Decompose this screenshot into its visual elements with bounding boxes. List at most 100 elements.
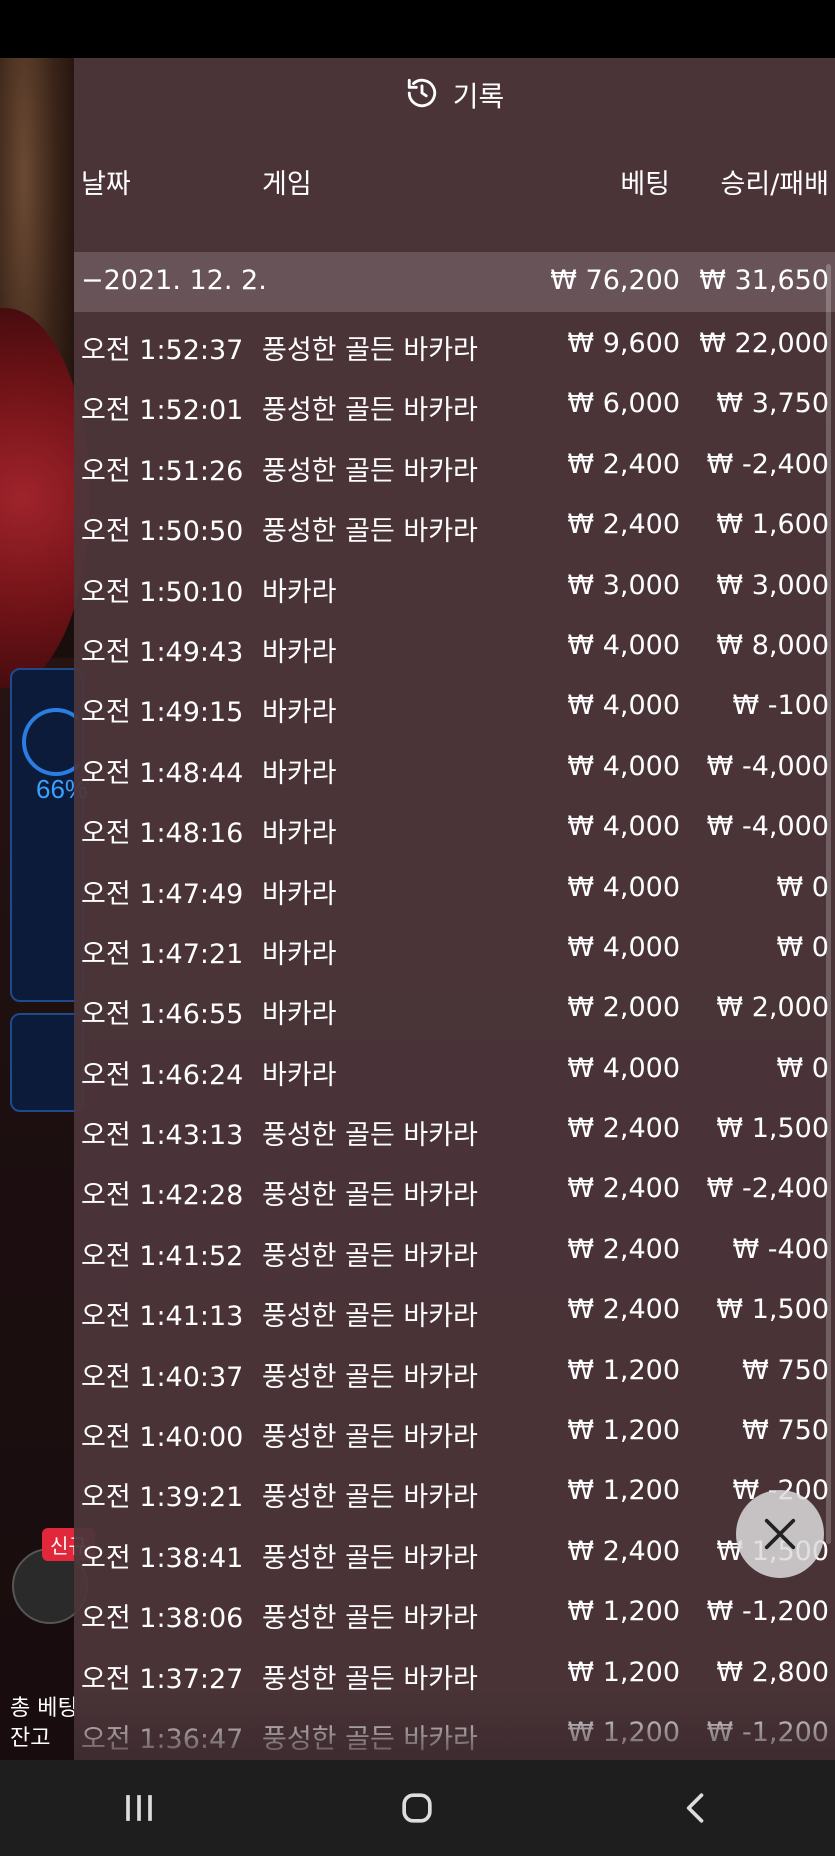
row-bet: ₩ 3,000 <box>567 569 680 601</box>
history-row: 오전 1:46:24 바카라 ₩ 4,000 ₩ 0 <box>74 1041 835 1101</box>
scrollbar[interactable] <box>826 264 831 1544</box>
row-time: 오전 1:52:01 <box>81 395 244 427</box>
row-game: 풍성한 골든 바카라 <box>262 1482 478 1514</box>
android-nav-bar <box>0 1760 835 1856</box>
row-time: 오전 1:47:21 <box>81 938 244 970</box>
row-bet: ₩ 4,000 <box>567 690 680 722</box>
history-row: 오전 1:47:21 바카라 ₩ 4,000 ₩ 0 <box>74 920 835 980</box>
row-bet: ₩ 2,400 <box>567 1173 680 1205</box>
row-time: 오전 1:46:24 <box>81 1059 244 1091</box>
row-bet: ₩ 2,000 <box>567 992 680 1024</box>
history-row: 오전 1:49:15 바카라 ₩ 4,000 ₩ -100 <box>74 678 835 738</box>
row-result: ₩ 0 <box>776 871 829 903</box>
row-time: 오전 1:46:55 <box>81 999 244 1031</box>
row-result: ₩ 2,800 <box>716 1656 829 1688</box>
row-bet: ₩ 4,000 <box>567 811 680 843</box>
row-game: 풍성한 골든 바카라 <box>262 1663 478 1695</box>
back-button[interactable] <box>651 1778 741 1838</box>
home-icon <box>402 1793 433 1823</box>
row-bet: ₩ 2,400 <box>567 1113 680 1145</box>
row-game: 바카라 <box>262 878 337 910</box>
row-time: 오전 1:38:06 <box>81 1603 244 1635</box>
row-time: 오전 1:50:10 <box>81 576 244 608</box>
total-bet-label: 총 베팅 <box>10 1696 78 1721</box>
row-game: 풍성한 골든 바카라 <box>262 1120 478 1152</box>
row-time: 오전 1:51:26 <box>81 455 244 487</box>
row-game: 풍성한 골든 바카라 <box>262 1180 478 1212</box>
row-result: ₩ -100 <box>732 690 829 722</box>
summary-result: ₩ 31,650 <box>699 265 829 296</box>
row-bet: ₩ 4,000 <box>567 750 680 782</box>
history-row: 오전 1:52:01 풍성한 골든 바카라 ₩ 6,000 ₩ 3,750 <box>74 376 835 436</box>
row-game: 바카라 <box>262 636 337 668</box>
row-bet: ₩ 1,200 <box>567 1475 680 1507</box>
history-row: 오전 1:50:50 풍성한 골든 바카라 ₩ 2,400 ₩ 1,600 <box>74 497 835 557</box>
recent-apps-button[interactable] <box>94 1778 184 1838</box>
row-game: 바카라 <box>262 576 337 608</box>
summary-bet: ₩ 76,200 <box>550 265 680 296</box>
row-result: ₩ -1,200 <box>706 1716 829 1748</box>
row-game: 풍성한 골든 바카라 <box>262 455 478 487</box>
history-row: 오전 1:36:47 풍성한 골든 바카라 ₩ 1,200 ₩ -1,200 <box>74 1705 835 1760</box>
history-row: 오전 1:38:06 풍성한 골든 바카라 ₩ 1,200 ₩ -1,200 <box>74 1584 835 1644</box>
row-game: 바카라 <box>262 999 337 1031</box>
history-list[interactable]: 오전 1:52:37 풍성한 골든 바카라 ₩ 9,600 ₩ 22,000 오전 1:… <box>74 316 835 1760</box>
row-bet: ₩ 1,200 <box>567 1415 680 1447</box>
history-row: 오전 1:39:21 풍성한 골든 바카라 ₩ 1,200 ₩ -200 <box>74 1463 835 1523</box>
row-bet: ₩ 4,000 <box>567 871 680 903</box>
panel-title: 기록 <box>452 80 505 113</box>
recent-apps-icon <box>126 1795 152 1821</box>
row-bet: ₩ 4,000 <box>567 629 680 661</box>
row-result: ₩ -4,000 <box>706 750 829 782</box>
row-result: ₩ -2,400 <box>706 1173 829 1205</box>
history-row: 오전 1:49:43 바카라 ₩ 4,000 ₩ 8,000 <box>74 618 835 678</box>
row-result: ₩ 22,000 <box>699 328 829 359</box>
column-date: 날짜 <box>81 169 131 200</box>
row-result: ₩ 750 <box>742 1415 829 1447</box>
row-game: 바카라 <box>262 697 337 729</box>
row-time: 오전 1:36:47 <box>81 1723 244 1755</box>
row-game: 풍성한 골든 바카라 <box>262 1361 478 1393</box>
row-time: 오전 1:40:00 <box>81 1422 244 1454</box>
row-time: 오전 1:37:27 <box>81 1663 244 1695</box>
row-result: ₩ -1,200 <box>706 1596 829 1628</box>
row-bet: ₩ 1,200 <box>567 1596 680 1628</box>
row-bet: ₩ 6,000 <box>567 388 680 420</box>
row-result: ₩ -2,400 <box>706 448 829 480</box>
history-row: 오전 1:37:27 풍성한 골든 바카라 ₩ 1,200 ₩ 2,800 <box>74 1645 835 1705</box>
row-time: 오전 1:43:13 <box>81 1120 244 1152</box>
column-header: 날짜 게임 베팅 승리/패배 <box>74 132 835 252</box>
row-game: 풍성한 골든 바카라 <box>262 1240 478 1272</box>
row-result: ₩ -4,000 <box>706 811 829 843</box>
close-button[interactable] <box>736 1490 824 1578</box>
history-row: 오전 1:40:37 풍성한 골든 바카라 ₩ 1,200 ₩ 750 <box>74 1343 835 1403</box>
row-result: ₩ 1,500 <box>716 1294 829 1326</box>
balance-info: 총 베팅 잔고 <box>10 1694 78 1754</box>
date-summary-row[interactable]: −2021. 12. 2. ₩ 76,200 ₩ 31,650 <box>74 252 835 312</box>
history-row: 오전 1:41:52 풍성한 골든 바카라 ₩ 2,400 ₩ -400 <box>74 1222 835 1282</box>
row-game: 풍성한 골든 바카라 <box>262 1542 478 1574</box>
status-bar <box>0 0 835 58</box>
row-time: 오전 1:48:16 <box>81 818 244 850</box>
row-result: ₩ 3,000 <box>716 569 829 601</box>
row-result: ₩ 1,600 <box>716 509 829 541</box>
row-time: 오전 1:40:37 <box>81 1361 244 1393</box>
row-time: 오전 1:52:37 <box>81 335 244 366</box>
row-time: 오전 1:48:44 <box>81 757 244 789</box>
row-bet: ₩ 2,400 <box>567 448 680 480</box>
row-time: 오전 1:50:50 <box>81 516 244 548</box>
row-bet: ₩ 1,200 <box>567 1656 680 1688</box>
row-result: ₩ 8,000 <box>716 629 829 661</box>
history-row: 오전 1:43:13 풍성한 골든 바카라 ₩ 2,400 ₩ 1,500 <box>74 1101 835 1161</box>
row-time: 오전 1:47:49 <box>81 878 244 910</box>
row-game: 풍성한 골든 바카라 <box>262 516 478 548</box>
row-time: 오전 1:49:43 <box>81 636 244 668</box>
history-row: 오전 1:48:44 바카라 ₩ 4,000 ₩ -4,000 <box>74 739 835 799</box>
row-bet: ₩ 2,400 <box>567 509 680 541</box>
summary-date: −2021. 12. 2. <box>81 265 267 296</box>
bet-panel-lower <box>10 1013 84 1112</box>
row-game: 풍성한 골든 바카라 <box>262 1723 478 1755</box>
row-bet: ₩ 4,000 <box>567 1052 680 1084</box>
row-result: ₩ 750 <box>742 1354 829 1386</box>
home-button[interactable] <box>372 1778 462 1838</box>
